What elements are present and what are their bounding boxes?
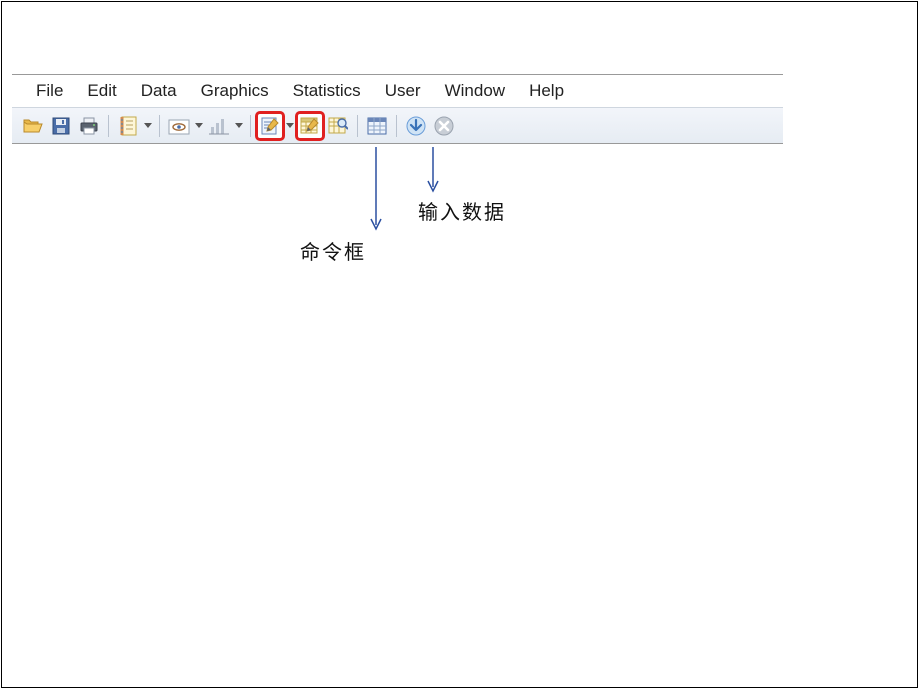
menu-help[interactable]: Help (517, 77, 576, 105)
break-button[interactable] (431, 113, 457, 139)
print-button[interactable] (76, 113, 102, 139)
viewer-dropdown[interactable] (194, 123, 204, 129)
log-button[interactable] (115, 113, 141, 139)
toolbar-separator (357, 115, 358, 137)
menu-edit[interactable]: Edit (75, 77, 128, 105)
document-pencil-icon (260, 116, 280, 136)
toolbar (12, 107, 783, 143)
annotation-input-data: 输入数据 (418, 196, 506, 225)
viewer-button[interactable] (166, 113, 192, 139)
table-grid-icon (367, 117, 387, 135)
arrow-command-box (370, 147, 382, 232)
application-window: File Edit Data Graphics Statistics User … (12, 74, 783, 144)
save-button[interactable] (48, 113, 74, 139)
printer-icon (79, 117, 99, 135)
toolbar-separator (396, 115, 397, 137)
menu-user[interactable]: User (373, 77, 433, 105)
log-dropdown[interactable] (143, 123, 153, 129)
table-magnifier-icon (328, 116, 348, 136)
toolbar-separator (250, 115, 251, 137)
toolbar-separator (159, 115, 160, 137)
table-pencil-icon (300, 116, 320, 136)
close-circle-icon (434, 116, 454, 136)
arrow-input-data (427, 147, 439, 195)
open-button[interactable] (20, 113, 46, 139)
go-button[interactable] (403, 113, 429, 139)
data-browser-button[interactable] (325, 113, 351, 139)
folder-open-icon (23, 117, 43, 135)
dofile-editor-button[interactable] (257, 113, 283, 139)
eye-page-icon (168, 117, 190, 135)
menu-window[interactable]: Window (433, 77, 517, 105)
variables-manager-button[interactable] (364, 113, 390, 139)
menu-bar: File Edit Data Graphics Statistics User … (12, 75, 783, 107)
menu-statistics[interactable]: Statistics (281, 77, 373, 105)
menu-data[interactable]: Data (129, 77, 189, 105)
menu-file[interactable]: File (24, 77, 75, 105)
data-editor-button[interactable] (297, 113, 323, 139)
menu-graphics[interactable]: Graphics (189, 77, 281, 105)
floppy-disk-icon (52, 117, 70, 135)
notebook-icon (119, 116, 137, 136)
graph-dropdown[interactable] (234, 123, 244, 129)
annotation-command-box: 命令框 (300, 236, 366, 265)
bar-chart-icon (209, 117, 229, 135)
toolbar-separator (108, 115, 109, 137)
dofile-dropdown[interactable] (285, 123, 295, 129)
down-arrow-circle-icon (406, 116, 426, 136)
graph-button[interactable] (206, 113, 232, 139)
